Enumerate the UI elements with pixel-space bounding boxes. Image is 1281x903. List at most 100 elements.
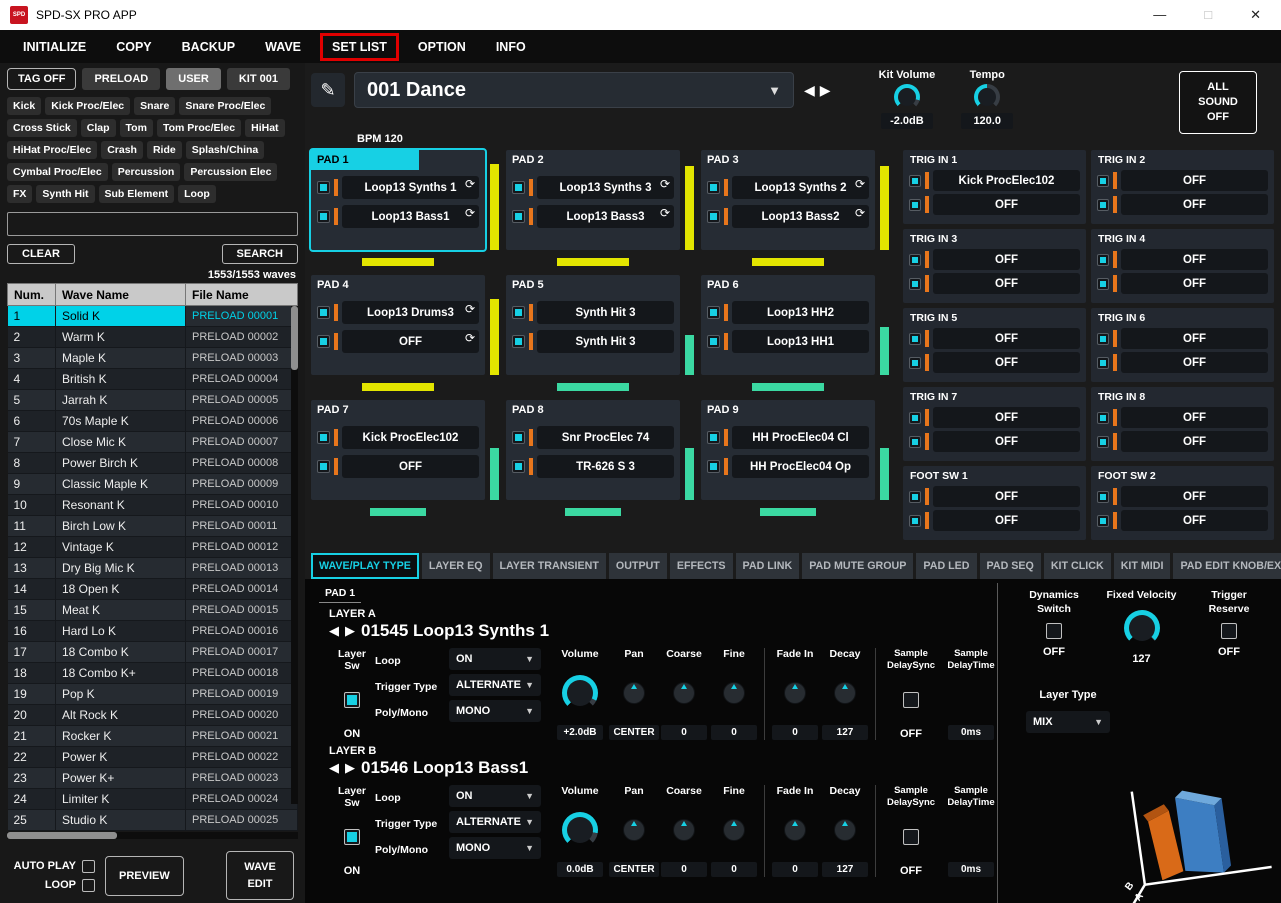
sample-delay-sync-checkbox[interactable] xyxy=(903,692,919,708)
bank-kit-button[interactable]: KIT 001 xyxy=(227,68,290,90)
wave-button[interactable]: OFF xyxy=(933,194,1080,215)
pad-pad-9[interactable]: PAD 9HH ProcElec04 ClHH ProcElec04 Op xyxy=(701,400,875,500)
tag-kick[interactable]: Kick xyxy=(7,97,41,115)
pad-pad-8[interactable]: PAD 8Snr ProcElec 74TR-626 S 3 xyxy=(506,400,680,500)
wave-enable-checkbox[interactable] xyxy=(512,335,525,348)
wave-button[interactable]: OFF xyxy=(1121,431,1268,452)
pad-pad-7[interactable]: PAD 7Kick ProcElec102OFF xyxy=(311,400,485,500)
wave-button[interactable]: Loop13 HH1 xyxy=(732,330,869,353)
table-row[interactable]: 19Pop KPRELOAD 00019 xyxy=(8,684,298,705)
layer-type-dropdown[interactable]: MIX ▼ xyxy=(1026,711,1110,733)
wave-enable-checkbox[interactable] xyxy=(317,335,330,348)
volume-knob[interactable] xyxy=(562,812,598,848)
wave-button[interactable]: OFF xyxy=(342,455,479,478)
wave-button[interactable]: OFF xyxy=(1121,328,1268,349)
wave-button[interactable]: Loop13 Synths 1⟳ xyxy=(342,176,479,199)
pad-pad-4[interactable]: PAD 4Loop13 Drums3⟳OFF⟳ xyxy=(311,275,485,375)
wave-enable-checkbox[interactable] xyxy=(1097,412,1109,424)
auto-play-checkbox[interactable] xyxy=(82,860,95,873)
wave-button[interactable]: OFF xyxy=(1121,352,1268,373)
wave-button[interactable]: OFF xyxy=(933,328,1080,349)
pad-pad-3[interactable]: PAD 3Loop13 Synths 2⟳Loop13 Bass2⟳ xyxy=(701,150,875,250)
loop-dropdown[interactable]: ON▼ xyxy=(449,648,541,670)
wave-button[interactable]: Loop13 Synths 3⟳ xyxy=(537,176,674,199)
tag-splash-china[interactable]: Splash/China xyxy=(186,141,265,159)
fine-knob[interactable] xyxy=(723,819,745,841)
wave-enable-checkbox[interactable] xyxy=(512,431,525,444)
table-row[interactable]: 16Hard Lo KPRELOAD 00016 xyxy=(8,621,298,642)
tag-snare[interactable]: Snare xyxy=(134,97,175,115)
wave-button[interactable]: OFF xyxy=(933,486,1080,507)
poly-mono-dropdown[interactable]: MONO▼ xyxy=(449,700,541,722)
pad-pad-1[interactable]: PAD 1Loop13 Synths 1⟳Loop13 Bass1⟳ xyxy=(311,150,485,250)
tab-pad-mute-group[interactable]: PAD MUTE GROUP xyxy=(802,553,913,579)
wave-enable-checkbox[interactable] xyxy=(909,199,921,211)
minimize-button[interactable]: — xyxy=(1153,7,1166,23)
wave-enable-checkbox[interactable] xyxy=(317,181,330,194)
wave-button[interactable]: OFF xyxy=(933,273,1080,294)
tab-kit-click[interactable]: KIT CLICK xyxy=(1044,553,1111,579)
wave-enable-checkbox[interactable] xyxy=(1097,333,1109,345)
kit-name-selector[interactable]: 001 Dance ▼ xyxy=(354,72,794,108)
tab-kit-midi[interactable]: KIT MIDI xyxy=(1114,553,1171,579)
tab-layer-transient[interactable]: LAYER TRANSIENT xyxy=(493,553,606,579)
wave-enable-checkbox[interactable] xyxy=(909,436,921,448)
loop-dropdown[interactable]: ON▼ xyxy=(449,785,541,807)
wave-button[interactable]: OFF xyxy=(1121,194,1268,215)
table-row[interactable]: 11Birch Low KPRELOAD 00011 xyxy=(8,516,298,537)
wave-button[interactable]: OFF xyxy=(933,352,1080,373)
table-row[interactable]: 7Close Mic KPRELOAD 00007 xyxy=(8,432,298,453)
coarse-knob[interactable] xyxy=(673,819,695,841)
wave-button[interactable]: Kick ProcElec102 xyxy=(342,426,479,449)
pad-pad-6[interactable]: PAD 6Loop13 HH2Loop13 HH1 xyxy=(701,275,875,375)
bank-user-button[interactable]: USER xyxy=(166,68,221,90)
wave-enable-checkbox[interactable] xyxy=(1097,491,1109,503)
wave-button[interactable]: Snr ProcElec 74 xyxy=(537,426,674,449)
sample-delay-sync-checkbox[interactable] xyxy=(903,829,919,845)
next-wave-button[interactable]: ▶ xyxy=(345,623,355,639)
wave-button[interactable]: OFF xyxy=(1121,407,1268,428)
menu-item-set-list[interactable]: SET LIST xyxy=(320,33,399,61)
wave-enable-checkbox[interactable] xyxy=(317,210,330,223)
table-scrollbar-vertical[interactable] xyxy=(291,306,298,804)
table-row[interactable]: 9Classic Maple KPRELOAD 00009 xyxy=(8,474,298,495)
next-wave-button[interactable]: ▶ xyxy=(345,760,355,776)
wave-enable-checkbox[interactable] xyxy=(1097,254,1109,266)
col-header-wave-name[interactable]: Wave Name xyxy=(56,284,186,306)
bank-preload-button[interactable]: PRELOAD xyxy=(82,68,160,90)
table-row[interactable]: 25Studio KPRELOAD 00025 xyxy=(8,810,298,831)
layer-sw-checkbox[interactable] xyxy=(344,692,360,708)
table-row[interactable]: 24Limiter KPRELOAD 00024 xyxy=(8,789,298,810)
wave-button[interactable]: OFF xyxy=(933,407,1080,428)
wave-button[interactable]: Synth Hit 3 xyxy=(537,330,674,353)
clear-button[interactable]: CLEAR xyxy=(7,244,75,264)
table-row[interactable]: 21Rocker KPRELOAD 00021 xyxy=(8,726,298,747)
wave-enable-checkbox[interactable] xyxy=(909,278,921,290)
wave-button[interactable]: OFF⟳ xyxy=(342,330,479,353)
table-row[interactable]: 1718 Combo KPRELOAD 00017 xyxy=(8,642,298,663)
menu-item-option[interactable]: OPTION xyxy=(403,33,481,61)
wave-edit-button[interactable]: WAVE EDIT xyxy=(226,851,294,900)
tag-loop[interactable]: Loop xyxy=(178,185,216,203)
wave-enable-checkbox[interactable] xyxy=(909,254,921,266)
wave-button[interactable]: HH ProcElec04 Cl xyxy=(732,426,869,449)
tag-percussion-elec[interactable]: Percussion Elec xyxy=(184,163,277,181)
tab-effects[interactable]: EFFECTS xyxy=(670,553,733,579)
pan-knob[interactable] xyxy=(623,819,645,841)
kit-volume-knob[interactable] xyxy=(894,84,920,110)
trigger-reserve-checkbox[interactable] xyxy=(1221,623,1237,639)
wave-button[interactable]: Loop13 HH2 xyxy=(732,301,869,324)
tag-off-button[interactable]: TAG OFF xyxy=(7,68,76,90)
fine-knob[interactable] xyxy=(723,682,745,704)
wave-enable-checkbox[interactable] xyxy=(909,333,921,345)
wave-button[interactable]: Kick ProcElec102 xyxy=(933,170,1080,191)
wave-enable-checkbox[interactable] xyxy=(909,515,921,527)
tag-hihat[interactable]: HiHat xyxy=(245,119,284,137)
tag-synth-hit[interactable]: Synth Hit xyxy=(36,185,94,203)
table-row[interactable]: 23Power K+PRELOAD 00023 xyxy=(8,768,298,789)
tag-cross-stick[interactable]: Cross Stick xyxy=(7,119,77,137)
wave-button[interactable]: Loop13 Synths 2⟳ xyxy=(732,176,869,199)
menu-item-backup[interactable]: BACKUP xyxy=(167,33,250,61)
preview-button[interactable]: PREVIEW xyxy=(105,856,184,896)
table-scrollbar-horizontal[interactable] xyxy=(7,832,298,839)
